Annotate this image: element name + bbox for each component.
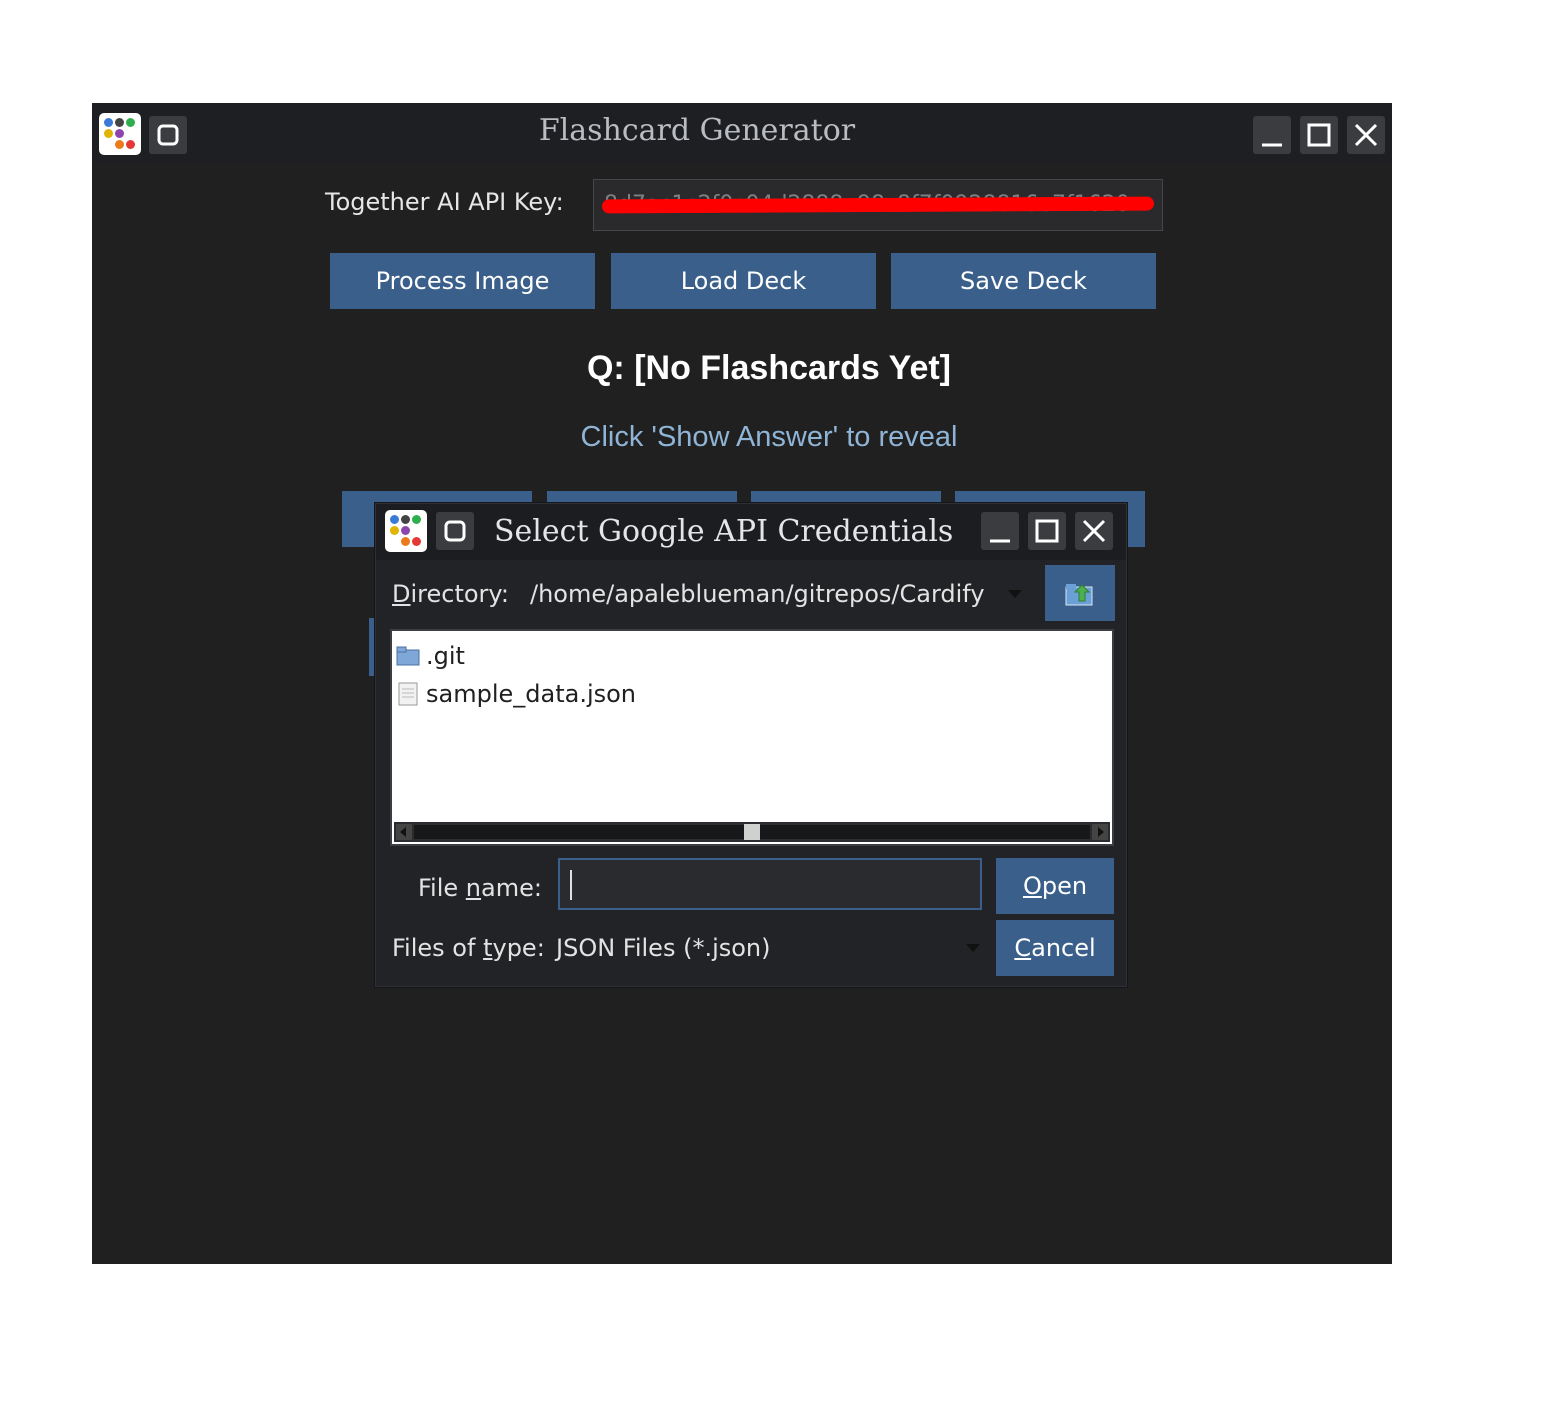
directory-dropdown-arrow-icon[interactable] — [1008, 590, 1022, 598]
dialog-app-icon — [385, 510, 427, 552]
main-titlebar: Flashcard Generator — [92, 103, 1392, 163]
files-of-type-label: Files of type: — [392, 934, 545, 962]
file-icon — [398, 682, 418, 706]
app-logo-icon — [99, 113, 141, 155]
api-key-input[interactable]: 8d7ac1c2f0c04d2888e98c8f7f0928816e7f1620 — [593, 179, 1163, 231]
scroll-right-icon[interactable] — [1092, 824, 1108, 840]
scroll-left-icon[interactable] — [396, 824, 412, 840]
redaction-mark — [601, 196, 1155, 214]
maximize-icon[interactable] — [1300, 116, 1338, 154]
folder-up-icon — [1065, 584, 1093, 606]
files-of-type-select[interactable]: JSON Files (*.json) — [556, 934, 771, 962]
horizontal-scrollbar[interactable] — [394, 822, 1110, 842]
dialog-maximize-icon[interactable] — [1028, 512, 1066, 550]
hidden-element-edge — [369, 618, 374, 676]
file-name-label: File name: — [418, 874, 542, 902]
file-name-input[interactable] — [558, 858, 982, 910]
save-deck-button[interactable]: Save Deck — [891, 253, 1156, 309]
answer-hint: Click 'Show Answer' to reveal — [580, 421, 958, 453]
directory-path[interactable]: /home/apaleblueman/gitrepos/Cardify — [530, 580, 985, 608]
question-text: Q: [No Flashcards Yet] — [586, 349, 952, 387]
process-image-button[interactable]: Process Image — [330, 253, 595, 309]
dialog-titlebar: Select Google API Credentials — [376, 504, 1126, 560]
parent-folder-button[interactable] — [1045, 565, 1115, 621]
text-cursor — [570, 870, 572, 900]
folder-icon — [396, 646, 420, 666]
api-key-label: Together AI API Key: — [325, 188, 564, 216]
open-button[interactable]: Open — [996, 858, 1114, 914]
cancel-button[interactable]: Cancel — [996, 920, 1114, 976]
load-deck-button[interactable]: Load Deck — [611, 253, 876, 309]
directory-label: Directory: — [392, 580, 509, 608]
file-list[interactable]: .git sample_data.json — [390, 629, 1114, 846]
dialog-body: Directory: /home/apaleblueman/gitrepos/C… — [376, 560, 1126, 986]
window-menu-icon[interactable] — [149, 116, 187, 154]
file-type-dropdown-arrow-icon[interactable] — [966, 944, 980, 952]
window-title: Flashcard Generator — [538, 113, 856, 148]
file-dialog: Select Google API Credentials Directory:… — [375, 503, 1127, 987]
dialog-minimize-icon[interactable] — [981, 512, 1019, 550]
minimize-icon[interactable] — [1253, 116, 1291, 154]
scroll-thumb[interactable] — [744, 824, 760, 840]
dialog-close-icon[interactable] — [1075, 512, 1113, 550]
dialog-window-menu-icon[interactable] — [436, 512, 474, 550]
close-icon[interactable] — [1347, 116, 1385, 154]
dialog-title: Select Google API Credentials — [494, 514, 954, 549]
